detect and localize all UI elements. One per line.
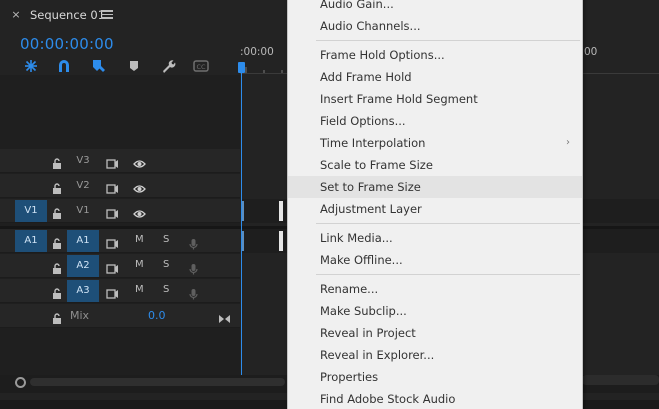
zoom-handle-icon[interactable] [15, 377, 26, 388]
wrench-icon[interactable] [159, 57, 177, 75]
menu-item-scale-to-frame-size[interactable]: Scale to Frame Size [288, 154, 582, 176]
lock-icon[interactable] [51, 310, 63, 324]
lock-icon[interactable] [51, 155, 63, 169]
sync-lock-icon[interactable] [106, 180, 119, 194]
clip-edge[interactable] [279, 201, 283, 221]
tab-close-icon[interactable]: × [9, 8, 23, 22]
track-header-v3: V3 [0, 149, 240, 173]
clip-context-menu: Audio Gain... Audio Channels... Frame Ho… [287, 0, 583, 409]
track-target-a3[interactable]: A3 [67, 280, 99, 302]
menu-item-find-adobe-stock-audio[interactable]: Find Adobe Stock Audio [288, 388, 582, 409]
lock-icon[interactable] [51, 285, 63, 299]
menu-item-reveal-in-explorer[interactable]: Reveal in Explorer... [288, 344, 582, 366]
sync-lock-icon[interactable] [106, 285, 119, 299]
tab-menu-icon[interactable] [101, 8, 113, 20]
source-patch-a1[interactable]: A1 [15, 230, 47, 252]
menu-item-field-options[interactable]: Field Options... [288, 110, 582, 132]
zoom-scroll-track[interactable] [30, 378, 285, 386]
lock-icon[interactable] [51, 235, 63, 249]
menu-item-adjustment-layer[interactable]: Adjustment Layer [288, 198, 582, 220]
mute-button[interactable]: M [135, 234, 144, 245]
track-header-v2: V2 [0, 174, 240, 198]
menu-item-properties[interactable]: Properties [288, 366, 582, 388]
menu-item-link-media[interactable]: Link Media... [288, 227, 582, 249]
menu-item-label: Time Interpolation [320, 136, 426, 150]
mute-button[interactable]: M [135, 259, 144, 270]
playhead-timecode[interactable]: 00:00:00:00 [20, 35, 114, 53]
microphone-icon[interactable] [187, 285, 200, 300]
menu-item-audio-channels[interactable]: Audio Channels... [288, 15, 582, 37]
lock-icon[interactable] [51, 260, 63, 274]
track-header-mix: Mix 0.0 [0, 304, 240, 328]
source-patch-v1[interactable]: V1 [15, 200, 47, 222]
playhead-handle[interactable] [238, 62, 245, 73]
track-header-a1: A1 A1 M S [0, 229, 240, 253]
menu-separator [316, 40, 580, 41]
mix-volume-value[interactable]: 0.0 [148, 309, 166, 322]
sync-lock-icon[interactable] [106, 260, 119, 274]
menu-item-time-interpolation[interactable]: Time Interpolation › [288, 132, 582, 154]
marker-icon[interactable] [125, 57, 143, 75]
solo-button[interactable]: S [163, 284, 169, 295]
lock-icon[interactable] [51, 205, 63, 219]
track-target-a1[interactable]: A1 [67, 230, 99, 252]
mute-button[interactable]: M [135, 284, 144, 295]
solo-button[interactable]: S [163, 234, 169, 245]
microphone-icon[interactable] [187, 235, 200, 250]
lock-icon[interactable] [51, 180, 63, 194]
menu-item-add-frame-hold[interactable]: Add Frame Hold [288, 66, 582, 88]
eye-icon[interactable] [133, 155, 146, 168]
snap-icon[interactable] [22, 57, 40, 75]
sequence-tab-title[interactable]: Sequence 01 [30, 8, 105, 22]
submenu-arrow-icon: › [566, 137, 570, 148]
menu-item-rename[interactable]: Rename... [288, 278, 582, 300]
track-target-v1[interactable]: V1 [67, 200, 99, 222]
clip-edge[interactable] [279, 231, 283, 251]
menu-separator [316, 274, 580, 275]
track-header-a3: A3 M S [0, 279, 240, 303]
menu-item-frame-hold-options[interactable]: Frame Hold Options... [288, 44, 582, 66]
menu-item-set-to-frame-size[interactable]: Set to Frame Size [288, 176, 582, 198]
playhead-line [240, 70, 242, 375]
ruler-start-label: :00:00 [240, 46, 274, 58]
eye-icon[interactable] [133, 205, 146, 218]
sync-lock-icon[interactable] [106, 205, 119, 219]
menu-item-reveal-in-project[interactable]: Reveal in Project [288, 322, 582, 344]
track-target-v3[interactable]: V3 [67, 150, 99, 172]
sync-lock-icon[interactable] [106, 235, 119, 249]
track-target-a2[interactable]: A2 [67, 255, 99, 277]
track-header-area [0, 75, 240, 375]
ruler-end-label: 00 [584, 46, 598, 58]
linked-selection-icon[interactable] [55, 57, 73, 75]
mix-label: Mix [70, 309, 90, 322]
menu-item-insert-frame-hold-segment[interactable]: Insert Frame Hold Segment [288, 88, 582, 110]
microphone-icon[interactable] [187, 260, 200, 275]
track-target-v2[interactable]: V2 [67, 175, 99, 197]
eye-icon[interactable] [133, 180, 146, 193]
menu-item-make-offline[interactable]: Make Offline... [288, 249, 582, 271]
collapse-expand-icon[interactable] [218, 310, 231, 323]
track-header-v1: V1 V1 [0, 199, 240, 223]
scrollbar-thumb[interactable] [582, 375, 659, 385]
menu-item-make-subclip[interactable]: Make Subclip... [288, 300, 582, 322]
sync-lock-icon[interactable] [106, 155, 119, 169]
track-header-a2: A2 M S [0, 254, 240, 278]
add-marker-icon[interactable] [90, 57, 108, 75]
captions-icon[interactable]: CC [192, 57, 210, 75]
svg-text:CC: CC [196, 63, 206, 71]
menu-separator [316, 223, 580, 224]
solo-button[interactable]: S [163, 259, 169, 270]
menu-item-audio-gain[interactable]: Audio Gain... [288, 0, 582, 15]
